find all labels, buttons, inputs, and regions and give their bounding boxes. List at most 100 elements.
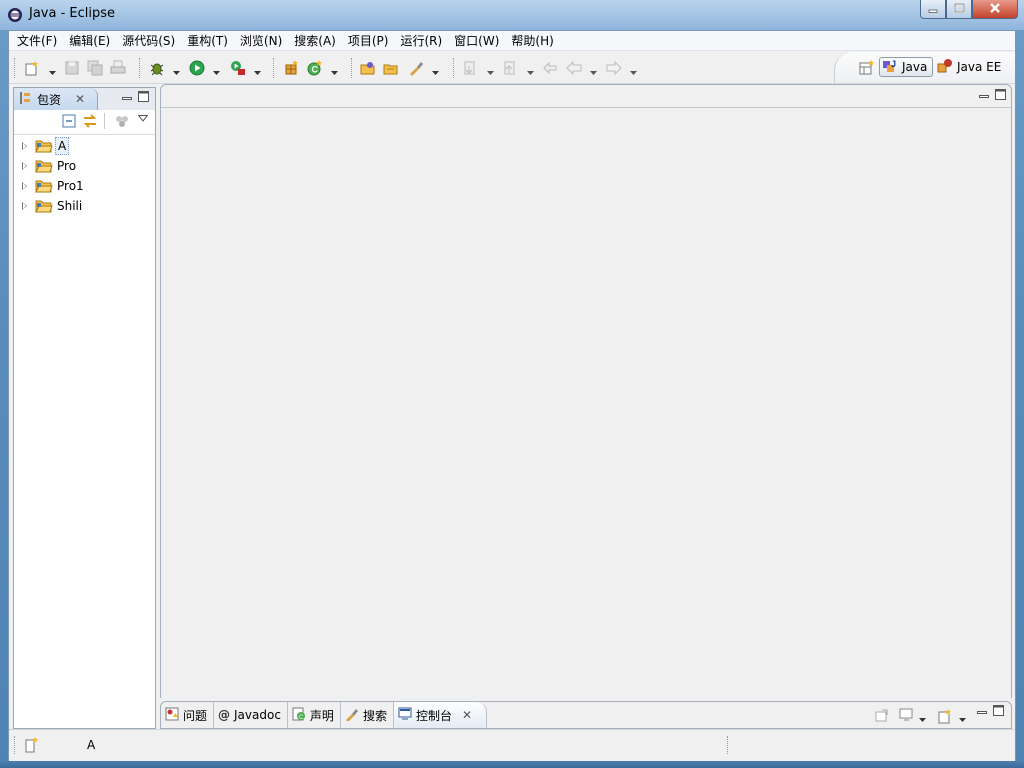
chevron-down-icon[interactable]	[49, 65, 56, 75]
new-java-package-button[interactable]	[282, 59, 300, 77]
chevron-down-icon[interactable]	[173, 65, 180, 75]
tab-label: Javadoc	[234, 708, 281, 722]
tree-item-project-shili[interactable]: Shili	[14, 196, 155, 216]
chevron-down-icon[interactable]	[959, 712, 966, 726]
expand-icon[interactable]	[22, 182, 27, 190]
maximize-button[interactable]	[946, 0, 972, 19]
chevron-down-icon[interactable]	[487, 65, 494, 75]
perspective-java-button[interactable]: J Java	[879, 57, 933, 77]
chevron-down-icon[interactable]	[213, 65, 220, 75]
debug-button[interactable]	[148, 59, 166, 77]
expand-icon[interactable]	[22, 162, 27, 170]
chevron-down-icon[interactable]	[919, 712, 926, 726]
toolbar-separator	[139, 58, 141, 78]
chevron-down-icon[interactable]	[331, 65, 338, 75]
new-console-icon	[937, 709, 953, 727]
tab-problems[interactable]: 问题	[161, 702, 215, 728]
maximize-icon	[995, 89, 1006, 103]
tab-label: 包资	[37, 92, 62, 107]
close-icon[interactable]: ✕	[75, 92, 85, 106]
open-type-button[interactable]	[359, 59, 377, 77]
forward-icon	[606, 60, 622, 76]
chevron-down-icon[interactable]	[432, 65, 439, 75]
menu-edit[interactable]: 编辑(E)	[63, 31, 116, 51]
close-icon[interactable]: ✕	[462, 708, 472, 722]
fast-view-icon	[25, 737, 39, 756]
expand-icon[interactable]	[22, 202, 27, 210]
back-button[interactable]	[565, 59, 583, 77]
tab-javadoc[interactable]: @ Javadoc	[214, 702, 288, 728]
open-type-icon	[360, 60, 376, 76]
tab-console[interactable]: 控制台 ✕	[393, 702, 488, 728]
collapse-all-icon	[62, 114, 76, 131]
toolbar-separator	[453, 58, 455, 78]
tab-package-explorer[interactable]: 包资 ✕	[14, 88, 98, 110]
tab-declaration[interactable]: C 声明	[288, 702, 341, 728]
chevron-down-icon[interactable]	[590, 65, 597, 75]
svg-text:C: C	[312, 65, 319, 75]
main-toolbar: C J Java Java EE	[9, 52, 1015, 84]
menu-window[interactable]: 窗口(W)	[448, 31, 505, 51]
tree-item-project-a[interactable]: A	[14, 136, 155, 156]
next-annotation-button[interactable]	[461, 59, 479, 77]
last-edit-location-icon	[542, 60, 558, 76]
menu-navigate[interactable]: 浏览(N)	[234, 31, 288, 51]
print-button[interactable]	[109, 59, 127, 77]
editor-content[interactable]	[161, 107, 1011, 698]
link-with-editor-button[interactable]	[82, 114, 98, 131]
search-button[interactable]	[407, 59, 425, 77]
perspective-java-label: Java	[902, 60, 928, 74]
tree-item-project-pro1[interactable]: Pro1	[14, 176, 155, 196]
display-console-button[interactable]	[899, 708, 915, 725]
console-icon	[398, 707, 412, 724]
fast-view-button[interactable]	[25, 737, 39, 756]
tree-item-project-pro[interactable]: Pro	[14, 156, 155, 176]
editor-area[interactable]	[160, 84, 1012, 698]
window-title-bar[interactable]: Java - Eclipse	[0, 0, 1024, 30]
close-button[interactable]	[972, 0, 1018, 19]
save-button[interactable]	[63, 59, 81, 77]
minimize-view-button[interactable]	[122, 92, 132, 106]
chevron-down-icon[interactable]	[630, 65, 637, 75]
tab-label: 声明	[309, 708, 334, 723]
open-perspective-button[interactable]	[859, 60, 875, 79]
minimize-icon	[928, 2, 938, 16]
open-console-button[interactable]	[875, 708, 889, 725]
maximize-editor-button[interactable]	[995, 89, 1006, 103]
new-java-class-button[interactable]: C	[306, 59, 324, 77]
minimize-view-button[interactable]	[977, 706, 987, 720]
previous-annotation-button[interactable]	[501, 59, 519, 77]
open-task-button[interactable]	[382, 59, 400, 77]
new-wizard-button[interactable]	[23, 59, 41, 77]
menu-refactor[interactable]: 重构(T)	[181, 31, 234, 51]
chevron-down-icon[interactable]	[527, 65, 534, 75]
last-edit-location-button[interactable]	[541, 59, 559, 77]
chevron-down-icon[interactable]	[254, 65, 261, 75]
menu-help[interactable]: 帮助(H)	[505, 31, 559, 51]
save-all-icon	[87, 60, 103, 76]
minimize-editor-button[interactable]	[979, 90, 989, 104]
run-button[interactable]	[188, 59, 206, 77]
bottom-view-stack: 问题 @ Javadoc C 声明 搜索 控制台 ✕	[160, 701, 1012, 729]
maximize-view-button[interactable]	[138, 91, 149, 105]
menu-file[interactable]: 文件(F)	[11, 31, 63, 51]
external-tools-button[interactable]	[229, 59, 247, 77]
focus-on-working-set-button[interactable]	[114, 114, 130, 131]
maximize-view-button[interactable]	[993, 705, 1004, 719]
expand-icon[interactable]	[22, 142, 27, 150]
package-explorer-tabbar: 包资 ✕	[14, 88, 155, 111]
menu-project[interactable]: 项目(P)	[342, 31, 395, 51]
forward-button[interactable]	[605, 59, 623, 77]
view-menu-button[interactable]	[137, 112, 149, 126]
perspective-javaee-button[interactable]: Java EE	[937, 57, 1001, 77]
menu-search[interactable]: 搜索(A)	[288, 31, 342, 51]
collapse-all-button[interactable]	[62, 114, 76, 131]
new-console-button[interactable]	[937, 708, 953, 727]
minimize-button[interactable]	[920, 0, 946, 19]
tab-search[interactable]: 搜索	[341, 702, 394, 728]
window-title: Java - Eclipse	[29, 6, 116, 21]
menu-run[interactable]: 运行(R)	[394, 31, 448, 51]
save-all-button[interactable]	[86, 59, 104, 77]
save-icon	[64, 60, 80, 76]
menu-source[interactable]: 源代码(S)	[116, 31, 181, 51]
